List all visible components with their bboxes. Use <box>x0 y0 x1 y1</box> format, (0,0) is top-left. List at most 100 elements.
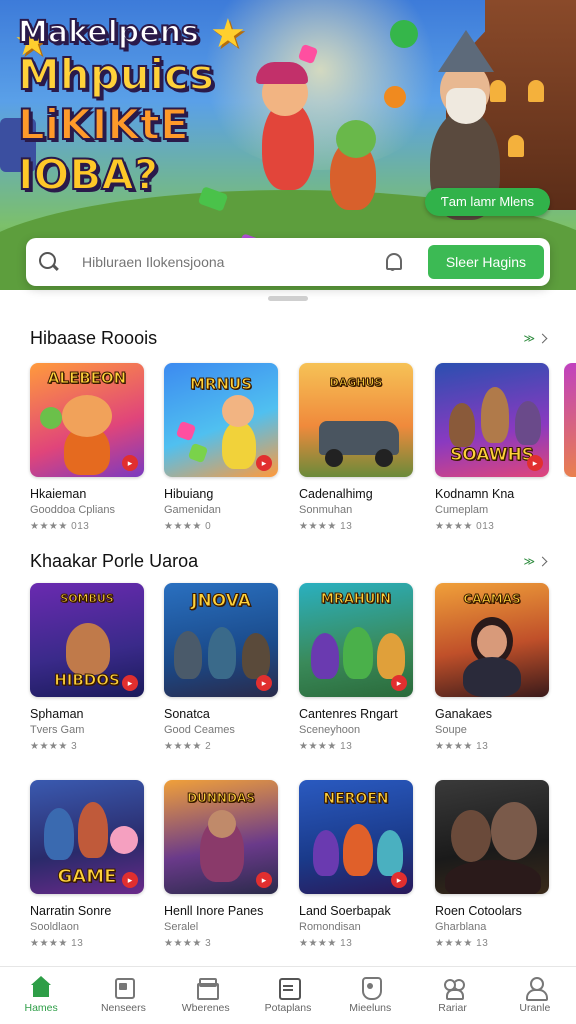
play-badge-icon: ▸ <box>391 872 407 888</box>
game-thumbnail: MRAHUIN ▸ <box>299 583 413 697</box>
game-rating: ★★★★ 13 <box>299 938 353 949</box>
wheel-shape <box>375 449 393 467</box>
game-thumbnail: GAME ▸ <box>30 780 144 894</box>
game-card[interactable]: DUNNDAS ▸ Henll Inore Panes Seralel ★★★★… <box>164 780 278 949</box>
game-rating: ★★★★ 3 <box>30 741 78 752</box>
search-input[interactable] <box>60 254 382 270</box>
play-badge-icon: ▸ <box>256 675 272 691</box>
hero-character-cap <box>256 62 308 84</box>
thumbnail-figure <box>222 421 256 469</box>
nav-item-4[interactable]: Potaplans <box>247 967 329 1024</box>
game-card[interactable]: GAME ▸ Narratin Sonre Sooldlaon ★★★★ 13 <box>30 780 144 949</box>
section-title: Khaakar Porle Uaroa <box>30 550 199 571</box>
play-badge-icon: ▸ <box>122 872 138 888</box>
search-bar: Sleer Hagins <box>26 238 550 286</box>
game-card[interactable]: MRAHUIN ▸ Cantenres Rngart Sceneyhoon ★★… <box>299 583 413 752</box>
game-name: Hibuiang <box>164 487 214 501</box>
thumbnail-figure <box>377 633 405 679</box>
play-badge-icon: ▸ <box>391 675 407 691</box>
thumbnail-title: JNOVA <box>191 591 252 611</box>
thumbnail-figure <box>311 633 339 679</box>
candy-icon <box>175 420 197 442</box>
nav-label: Potaplans <box>264 1002 312 1014</box>
nav-label: Uranle <box>519 1002 551 1014</box>
game-card[interactable]: ALEBEON ▸ Hkaieman Gooddoa Cplians ★★★★ … <box>30 363 144 532</box>
thumbnail-figure <box>463 657 521 697</box>
game-card[interactable]: SOAWHS ▸ Kodnamn Kna Cumeplam ★★★★ 013 <box>435 363 549 532</box>
thumbnail-figure-head <box>222 395 254 427</box>
grid-icon <box>277 976 301 1000</box>
game-thumbnail: SOMBUS HIBDOS ▸ <box>30 583 144 697</box>
play-badge-icon: ▸ <box>122 675 138 691</box>
chevron-right-icon <box>537 333 548 343</box>
game-card[interactable]: JNOVA ▸ Sonatca Good Ceames ★★★★ 2 <box>164 583 278 752</box>
game-name: Kodnamn Kna <box>435 487 515 501</box>
thumbnail-title: DAGHUS <box>329 376 383 389</box>
gift-icon <box>195 976 219 1000</box>
thumbnail-figure-head <box>110 826 138 854</box>
game-subtitle: Cumeplam <box>435 504 489 516</box>
bottom-nav: Hames Nenseers Wberenes Potaplans Mieelu… <box>0 966 576 1024</box>
game-card[interactable]: CAAMAS Ganakaes Soupe ★★★★ 13 <box>435 583 549 752</box>
game-row: SOMBUS HIBDOS ▸ Sphaman Tvers Gam ★★★★ 3… <box>30 583 576 773</box>
play-badge-icon: ▸ <box>122 455 138 471</box>
drag-handle[interactable] <box>268 296 308 301</box>
search-icon[interactable] <box>38 251 60 273</box>
game-rating: ★★★★ 13 <box>299 741 353 752</box>
nav-item-5[interactable]: Mieeluns <box>329 967 411 1024</box>
thumbnail-figure <box>515 401 541 445</box>
game-subtitle: Sceneyhoon <box>299 724 361 736</box>
hero-title: Makelpens Mhpuics LiKIKtE IOBA? <box>17 17 238 197</box>
game-rating: ★★★★ 013 <box>30 521 90 532</box>
game-name: Land Soerbapak <box>299 904 391 918</box>
game-rating: ★★★★ 13 <box>299 521 353 532</box>
game-subtitle: Gooddoa Cplians <box>30 504 116 516</box>
thumbnail-figure <box>445 860 541 894</box>
thumbnail-figure-head <box>477 625 507 659</box>
chevron-right-icon <box>537 556 548 566</box>
game-thumbnail: SOAWHS ▸ <box>435 363 549 477</box>
play-badge-icon: ▸ <box>527 455 543 471</box>
hero-creature-head <box>336 120 376 158</box>
game-name: Henll Inore Panes <box>164 904 264 918</box>
see-all-link[interactable]: ≫ <box>523 332 548 345</box>
search-button[interactable]: Sleer Hagins <box>427 245 544 279</box>
thumbnail-figure <box>313 830 339 876</box>
game-card[interactable]: NEROEN ▸ Land Soerbapak Romondisan ★★★★ … <box>299 780 413 949</box>
nav-item-3[interactable]: Wberenes <box>165 967 247 1024</box>
nav-item-2[interactable]: Nenseers <box>82 967 164 1024</box>
thumbnail-figure-head <box>62 395 112 437</box>
game-card[interactable]: SOMBUS HIBDOS ▸ Sphaman Tvers Gam ★★★★ 3 <box>30 583 144 752</box>
game-thumbnail: JNOVA ▸ <box>164 583 278 697</box>
game-rating: ★★★★ 013 <box>435 521 495 532</box>
thumbnail-title: MRNUS <box>189 375 252 393</box>
nav-item-profile[interactable]: Uranle <box>494 967 576 1024</box>
game-subtitle: Gharblana <box>435 921 487 933</box>
game-card[interactable]: Roen Cotoolars Gharblana ★★★★ 13 <box>435 780 549 949</box>
hero-cta-button[interactable]: Ƭam lamr Mlens <box>424 188 550 216</box>
see-all-link[interactable]: ≫ <box>523 555 548 568</box>
game-thumbnail: DUNNDAS ▸ <box>164 780 278 894</box>
game-name: Cadenalhimg <box>299 487 373 501</box>
nav-label: Wberenes <box>181 1002 230 1014</box>
nav-item-6[interactable]: Rariar <box>411 967 493 1024</box>
game-thumbnail: DAGHUS <box>299 363 413 477</box>
game-card[interactable]: DAGHUS Cadenalhimg Sonmuhan ★★★★ 13 <box>299 363 413 532</box>
game-name: Hkaieman <box>30 487 87 501</box>
game-subtitle: Romondisan <box>299 921 361 933</box>
game-subtitle: Good Ceames <box>164 724 235 736</box>
game-card-partial[interactable] <box>564 363 576 477</box>
thumbnail-title: NEROEN <box>323 791 389 807</box>
bell-icon[interactable] <box>382 251 404 273</box>
section-title: Hibaase Rooois <box>30 327 158 348</box>
thumbnail-figure <box>481 387 509 443</box>
play-badge-icon: ▸ <box>256 455 272 471</box>
game-thumbnail: CAAMAS <box>435 583 549 697</box>
castle-window <box>490 80 506 102</box>
thumbnail-figure <box>66 623 110 675</box>
nav-item-home[interactable]: Hames <box>0 967 82 1024</box>
game-card[interactable]: MRNUS ▸ Hibuiang Gamenidan ★★★★ 0 <box>164 363 278 532</box>
shield-icon <box>359 976 383 1000</box>
nav-label: Rariar <box>438 1002 467 1014</box>
section-header: Hibaase Rooois ≫ <box>30 327 548 349</box>
